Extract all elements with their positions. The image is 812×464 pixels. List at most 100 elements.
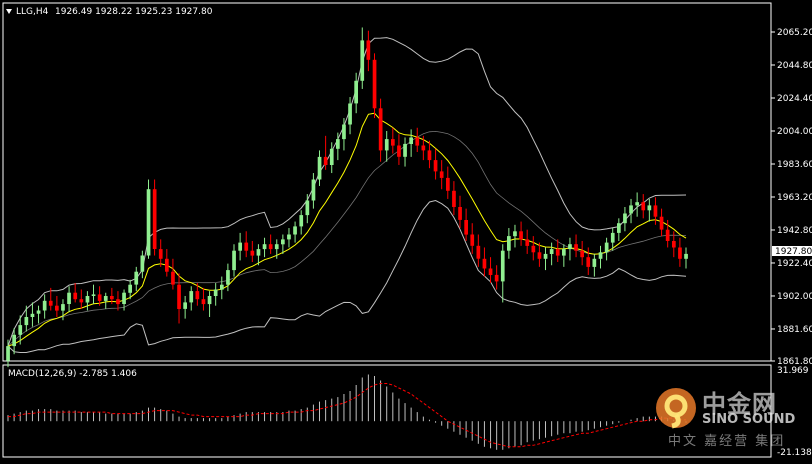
- candle-body: [549, 249, 554, 254]
- candle-body: [128, 284, 132, 293]
- candle-body: [91, 294, 96, 296]
- candle-body: [336, 139, 340, 149]
- chart-canvas[interactable]: 2065.20 2044.80 2024.40 2004.00 1983.60 1963.…: [0, 0, 812, 460]
- candle-body: [635, 202, 639, 206]
- candle-body: [268, 244, 273, 250]
- candle-body: [146, 189, 151, 256]
- candle-body: [293, 226, 297, 235]
- candle-body: [592, 258, 597, 267]
- candle-body: [116, 299, 120, 305]
- candle-body: [171, 271, 175, 285]
- candle-body: [6, 346, 10, 361]
- candle-body: [244, 242, 249, 251]
- candle-body: [623, 213, 627, 224]
- candle-body: [433, 160, 438, 172]
- macd-min-label: -21.138: [777, 448, 812, 458]
- price-tick-label: 2004.00: [777, 127, 812, 137]
- candle-body: [103, 296, 108, 301]
- candle-body: [36, 310, 41, 314]
- candle-body: [354, 80, 358, 104]
- candle-body: [79, 299, 84, 303]
- price-badge-text: 1927.80: [775, 247, 812, 257]
- trading-chart[interactable]: 2065.20 2044.80 2024.40 2004.00 1983.60 1963.…: [0, 0, 812, 460]
- candle-body: [427, 150, 432, 161]
- candle-body: [678, 247, 682, 259]
- candle-body: [378, 108, 383, 151]
- candle-body: [30, 313, 35, 317]
- candle-body: [525, 239, 530, 246]
- candle-body: [494, 274, 499, 282]
- price-tick-label: 2044.80: [777, 61, 812, 71]
- ohlc-label: 1926.49 1928.22 1925.23 1927.80: [55, 7, 213, 17]
- macd-label: MACD(12,26,9) -2.785 1.406: [8, 369, 137, 379]
- candle-body: [122, 292, 126, 304]
- candle-body: [12, 334, 16, 347]
- candle-body: [537, 252, 542, 259]
- candle-body: [232, 250, 236, 271]
- candle-body: [262, 244, 267, 250]
- candle-body: [311, 179, 316, 201]
- candle-body: [18, 325, 23, 335]
- candle-body: [684, 253, 688, 259]
- candle-body: [500, 250, 505, 282]
- candle-body: [134, 271, 139, 285]
- candle-body: [452, 190, 456, 207]
- price-tick-label: 1881.60: [777, 325, 812, 335]
- candle-body: [555, 249, 560, 256]
- candle-body: [323, 156, 328, 165]
- candle-body: [201, 299, 206, 305]
- price-tick-label: 1942.80: [777, 226, 812, 236]
- candle-body: [250, 250, 255, 256]
- candle-body: [226, 270, 230, 285]
- candle-body: [299, 215, 304, 227]
- candle-body: [482, 258, 487, 269]
- candle-body: [543, 253, 548, 259]
- candle-body: [360, 40, 365, 81]
- candle-body: [158, 249, 163, 259]
- price-tick-label: 1963.20: [777, 193, 812, 203]
- candle-body: [183, 302, 187, 309]
- candle-body: [366, 40, 371, 60]
- price-tick-label: 1902.00: [777, 292, 812, 302]
- candle-body: [281, 239, 285, 245]
- candle-body: [274, 244, 279, 250]
- candle-body: [305, 200, 310, 216]
- candle-body: [598, 252, 603, 259]
- candle-body: [140, 255, 145, 272]
- candle-body: [238, 242, 242, 251]
- symbol-label: LLG,H4: [16, 7, 49, 17]
- candle-body: [195, 291, 200, 300]
- candle-body: [531, 245, 536, 253]
- candle-body: [397, 145, 401, 157]
- candle-body: [568, 244, 572, 250]
- candle-body: [42, 300, 47, 311]
- macd-axis: 31.969 -21.138: [777, 366, 812, 458]
- candle-body: [574, 244, 578, 251]
- price-tick-label: 2065.20: [777, 28, 812, 38]
- candle-body: [61, 304, 65, 311]
- candle-body: [372, 59, 377, 109]
- candle-body: [329, 148, 334, 165]
- candle-body: [55, 305, 59, 311]
- candle-body: [342, 124, 346, 140]
- candle-body: [256, 249, 261, 256]
- candle-body: [403, 143, 407, 157]
- candle-body: [152, 189, 157, 249]
- candle-body: [610, 232, 615, 243]
- candle-body: [476, 245, 481, 259]
- candle-body: [617, 223, 621, 233]
- candle-body: [604, 242, 609, 253]
- candle-body: [73, 292, 78, 300]
- candle-body: [513, 231, 517, 237]
- candle-body: [110, 296, 114, 300]
- candle-body: [458, 207, 462, 220]
- candle-body: [213, 289, 218, 296]
- candle-body: [165, 258, 169, 272]
- candle-body: [641, 202, 646, 211]
- candle-body: [488, 268, 493, 275]
- candle-body: [647, 205, 652, 211]
- candle-body: [317, 156, 322, 180]
- candle-body: [439, 171, 444, 178]
- candle-body: [507, 236, 511, 251]
- candle-body: [562, 249, 566, 256]
